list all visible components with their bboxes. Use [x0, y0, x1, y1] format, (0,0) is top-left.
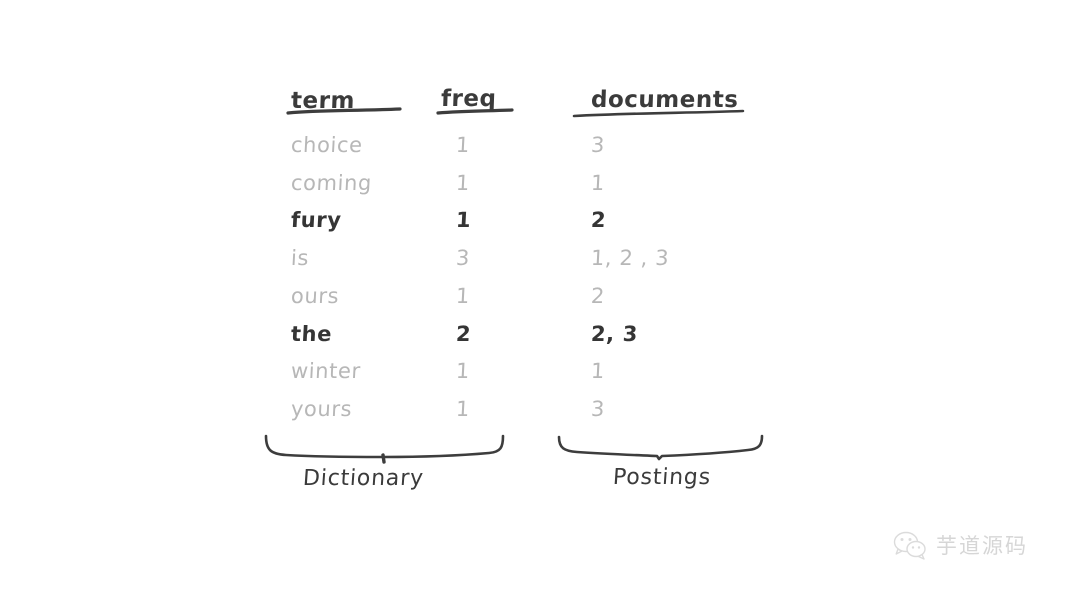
cell-documents: 3	[590, 396, 606, 421]
cell-term: coming	[290, 170, 373, 195]
cell-documents: 2, 3	[590, 321, 639, 346]
cell-freq: 1	[455, 208, 472, 233]
cell-documents: 1	[590, 170, 606, 195]
dictionary-label: Dictionary	[302, 466, 425, 491]
cell-term: choice	[290, 133, 364, 157]
cell-freq: 2	[455, 321, 472, 346]
diagram-canvas: term freq documents choice 1 3 coming 1 1 fury…	[0, 0, 1080, 598]
cell-freq: 1	[455, 396, 471, 421]
column-header-documents: documents	[590, 87, 739, 113]
cell-term: winter	[290, 359, 362, 384]
watermark-text: 芋道源码	[936, 534, 1028, 558]
watermark: 芋道源码	[893, 530, 1028, 560]
cell-freq: 1	[455, 283, 471, 308]
cell-freq: 1	[455, 359, 471, 384]
cell-documents: 2	[590, 283, 606, 308]
cell-term: is	[290, 246, 310, 271]
cell-term: fury	[290, 208, 343, 233]
cell-documents: 3	[590, 133, 606, 157]
cell-documents: 2	[590, 208, 607, 233]
cell-freq: 1	[455, 170, 471, 195]
index-table: term freq documents choice 1 3 coming 1 1 fury…	[0, 0, 1080, 598]
postings-label: Postings	[612, 465, 712, 490]
wechat-bubbles-icon	[893, 531, 926, 560]
cell-freq: 3	[455, 246, 471, 271]
cell-term: ours	[290, 283, 340, 308]
cell-documents: 1, 2 , 3	[590, 246, 670, 271]
cell-term: the	[290, 321, 333, 346]
cell-documents: 1	[590, 359, 606, 384]
cell-freq: 1	[455, 133, 471, 157]
cell-term: yours	[290, 396, 353, 421]
column-header-term: term	[290, 88, 356, 114]
column-header-freq: freq	[440, 86, 497, 112]
